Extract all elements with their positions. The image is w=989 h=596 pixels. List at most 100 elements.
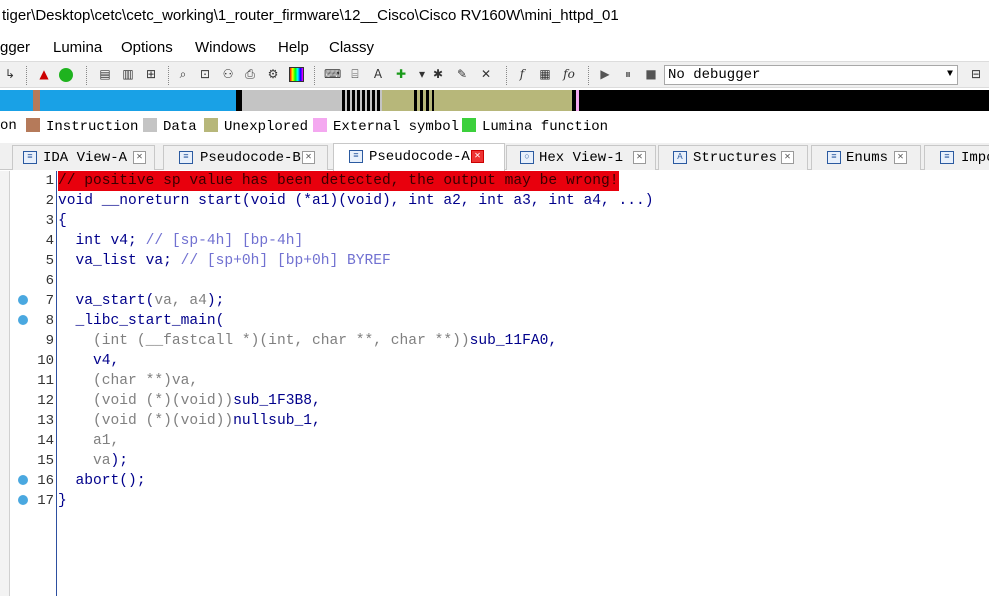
legend-swatch <box>26 118 40 132</box>
legend-item-lumina-function: Lumina function <box>462 118 608 135</box>
code-line-signature[interactable]: void __noreturn start(void (*a1)(void), … <box>58 191 654 211</box>
code-line-brace[interactable]: } <box>58 491 67 511</box>
nav-segment-mixed <box>414 90 434 111</box>
window-title: tiger\Desktop\cetc\cetc_working\1_router… <box>2 7 619 24</box>
code-line-argument[interactable]: v4, <box>58 351 119 371</box>
close-icon[interactable]: ✕ <box>302 151 315 164</box>
close-icon[interactable]: ✕ <box>478 66 494 83</box>
menu-windows[interactable]: Windows <box>195 39 256 56</box>
close-icon[interactable]: ✕ <box>133 151 146 164</box>
code-symbol: nullsub_1, <box>233 413 321 429</box>
search-icon[interactable]: ⌕ <box>175 66 191 83</box>
breakpoint-dot-icon[interactable] <box>18 475 28 485</box>
code-line-argument[interactable]: (int (__fastcall *)(int, char **, char *… <box>58 331 557 351</box>
code-line-warning[interactable]: // positive sp value has been detected, … <box>58 171 619 191</box>
code-line-argument[interactable]: a1, <box>58 431 119 451</box>
tab-enums[interactable]: ≡ Enums ✕ <box>811 145 921 170</box>
legend-item-external-symbol: External symbol <box>313 118 459 135</box>
code-line-argument[interactable]: (void (*)(void))nullsub_1, <box>58 411 321 431</box>
code-text: ); <box>206 293 225 309</box>
menu-debugger[interactable]: gger <box>0 39 30 56</box>
toolbar-separator <box>168 66 169 85</box>
pseudocode-icon: ≡ <box>179 151 193 164</box>
code-comment: // [sp-4h] [bp-4h] <box>145 233 304 249</box>
menu-lumina[interactable]: Lumina <box>53 39 102 56</box>
data-icon[interactable]: ⌸ <box>347 66 363 83</box>
line-number: 9 <box>45 333 54 349</box>
pseudocode-editor[interactable]: 1 2 3 4 5 6 7 8 9 10 11 12 13 14 15 16 1… <box>0 171 989 596</box>
breakpoint-dot-icon[interactable] <box>18 295 28 305</box>
nav-segment-instruction <box>33 90 40 111</box>
close-icon[interactable]: ✕ <box>781 151 794 164</box>
code-line-brace[interactable]: { <box>58 211 67 231</box>
play-icon[interactable]: ▶ <box>597 66 613 83</box>
step-icon[interactable]: ↳ <box>2 66 18 83</box>
warning-icon[interactable]: ▲ <box>36 66 52 83</box>
chevron-down-icon[interactable]: ▾ <box>414 66 430 83</box>
line-number: 6 <box>45 273 54 289</box>
string-icon[interactable]: A <box>370 66 386 83</box>
text-view-icon[interactable]: ▤ <box>97 66 113 83</box>
code-line-argument[interactable]: (char **)va, <box>58 371 198 391</box>
tab-structures[interactable]: A Structures ✕ <box>658 145 808 170</box>
stop-icon[interactable]: ■ <box>643 66 659 83</box>
nav-segment-data <box>242 90 342 111</box>
left-pane-edge <box>0 171 10 596</box>
code-line-statement[interactable]: va_start(va, a4); <box>58 291 225 311</box>
toolbar-separator <box>588 66 589 85</box>
status-green-icon[interactable] <box>58 66 74 83</box>
code-line-statement[interactable]: abort(); <box>58 471 146 491</box>
toolbar-separator <box>26 66 27 85</box>
menu-options[interactable]: Options <box>121 39 173 56</box>
segment-icon[interactable]: ▦ <box>537 66 553 83</box>
jump-icon[interactable]: ⊡ <box>197 66 213 83</box>
func-chart-icon[interactable]: fo <box>561 66 577 83</box>
imports-icon: ≡ <box>940 151 954 164</box>
tab-label: Impo <box>961 150 989 166</box>
code-line-call[interactable]: _libc_start_main( <box>58 311 225 331</box>
settings-icon[interactable]: ⚙ <box>265 66 281 83</box>
enums-icon: ≡ <box>827 151 841 164</box>
function-icon[interactable]: f <box>514 66 530 83</box>
code-line-argument[interactable]: va); <box>58 451 128 471</box>
tab-pseudocode-a[interactable]: ≡ Pseudocode-A ✕ <box>333 143 505 171</box>
legend-label: Instruction <box>46 119 139 135</box>
tab-pseudocode-b[interactable]: ≡ Pseudocode-B ✕ <box>163 145 328 170</box>
line-number: 5 <box>45 253 54 269</box>
graph-icon[interactable]: ⊞ <box>143 66 159 83</box>
palette-icon[interactable] <box>288 66 304 83</box>
print-icon[interactable]: ⎙ <box>242 66 258 83</box>
toolbar-separator <box>314 66 315 85</box>
close-icon[interactable]: ✕ <box>633 151 646 164</box>
tab-label: Enums <box>846 150 889 166</box>
line-number: 4 <box>45 233 54 249</box>
add-icon[interactable]: ✚ <box>393 66 409 83</box>
hex-view-icon[interactable]: ▥ <box>120 66 136 83</box>
tree-icon[interactable]: ⚇ <box>220 66 236 83</box>
tab-hex-view-1[interactable]: ○ Hex View-1 ✕ <box>506 145 656 170</box>
line-number: 3 <box>45 213 54 229</box>
code-icon[interactable]: ⌨ <box>324 66 341 83</box>
breakpoint-dot-icon[interactable] <box>18 315 28 325</box>
code-cast: (void (*)(void)) <box>58 393 234 409</box>
debugger-options-icon[interactable]: ⊟ <box>968 66 984 83</box>
patch-icon[interactable]: ✱ <box>430 66 446 83</box>
debugger-select[interactable]: No debugger ▼ <box>664 65 958 85</box>
nav-segment-mixed <box>342 90 382 111</box>
code-line-declaration[interactable]: va_list va; // [sp+0h] [bp+0h] BYREF <box>58 251 391 271</box>
edit-icon[interactable]: ✎ <box>454 66 470 83</box>
tab-ida-view-a[interactable]: ≡ IDA View-A ✕ <box>12 145 155 170</box>
menu-classy[interactable]: Classy <box>329 39 374 56</box>
nav-segment-unexplored <box>382 90 414 111</box>
navigation-band[interactable] <box>0 90 989 111</box>
line-number: 11 <box>37 373 54 389</box>
tab-imports[interactable]: ≡ Impo <box>924 145 989 170</box>
close-icon[interactable]: ✕ <box>894 151 907 164</box>
pause-icon[interactable]: ⏸ <box>620 66 636 83</box>
close-icon[interactable]: ✕ <box>471 150 484 163</box>
breakpoint-dot-icon[interactable] <box>18 495 28 505</box>
code-line-declaration[interactable]: int v4; // [sp-4h] [bp-4h] <box>58 231 304 251</box>
code-line-argument[interactable]: (void (*)(void))sub_1F3B8, <box>58 391 321 411</box>
code-text: ); <box>110 453 129 469</box>
menu-help[interactable]: Help <box>278 39 309 56</box>
